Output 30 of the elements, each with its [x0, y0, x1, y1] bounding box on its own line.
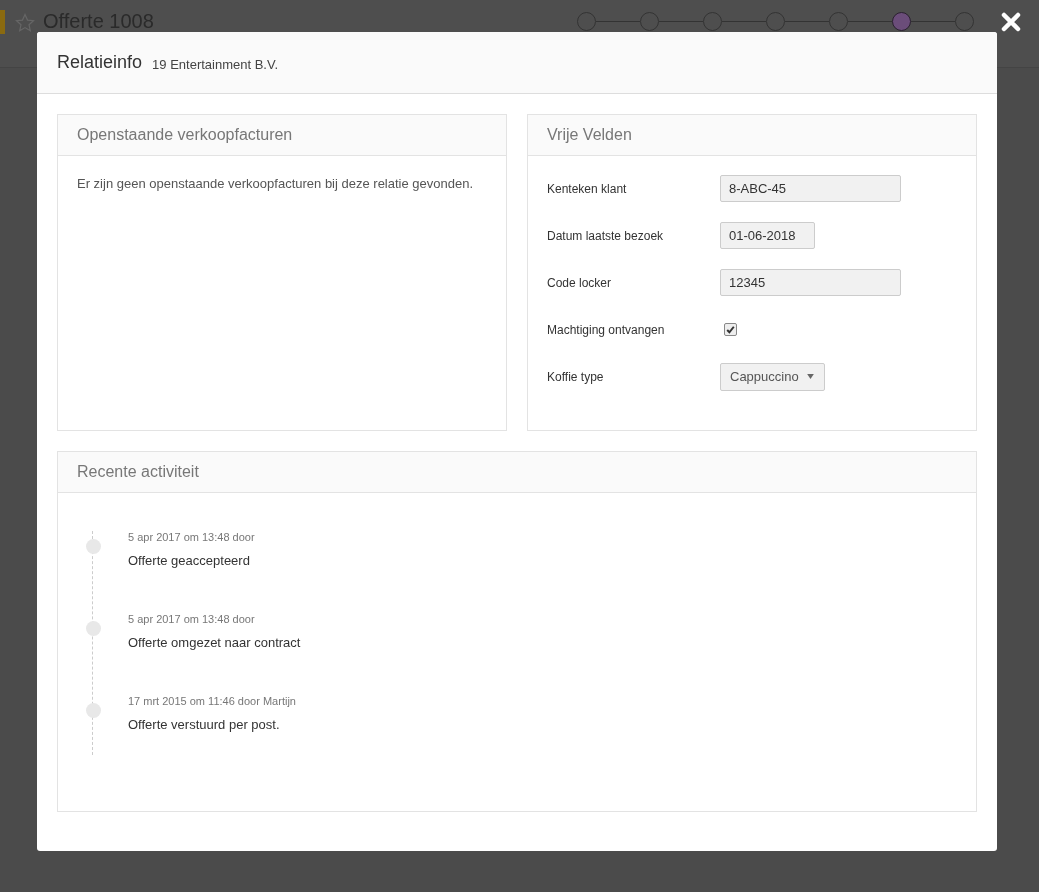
field-label: Datum laatste bezoek	[547, 228, 665, 243]
input-field[interactable]: 12345	[720, 269, 901, 296]
checkbox[interactable]	[724, 323, 737, 336]
panel-title: Recente activiteit	[58, 452, 976, 493]
caret-icon	[806, 374, 814, 379]
empty-message: Er zijn geen openstaande verkoopfacturen bij deze relatie gevonden.	[77, 176, 475, 191]
star-icon[interactable]	[15, 13, 35, 33]
activity-meta: 17 mrt 2015 om 11:46 door Martijn	[128, 695, 297, 707]
field-label: Code locker	[547, 275, 613, 290]
activity-meta: 5 apr 2017 om 13:48 door	[128, 613, 256, 625]
field-label: Kenteken klant	[547, 181, 628, 196]
input-field[interactable]: 8-ABC-45	[720, 175, 901, 202]
activity-meta: 5 apr 2017 om 13:48 door	[128, 531, 256, 543]
timeline-dot	[86, 621, 101, 636]
field-label: Koffie type	[547, 369, 605, 384]
panel-title: Openstaande verkoopfacturen	[58, 115, 506, 156]
date-field[interactable]: 01-06-2018	[720, 222, 815, 249]
field-label: Machtiging ontvangen	[547, 322, 666, 337]
activity-text: Offerte geaccepteerd	[128, 553, 251, 568]
timeline-dot	[86, 539, 101, 554]
modal-subtitle: 19 Entertainment B.V.	[152, 56, 279, 72]
timeline-dot	[86, 703, 101, 718]
close-icon[interactable]	[1001, 12, 1021, 32]
status-tag	[0, 10, 5, 34]
activity-text: Offerte omgezet naar contract	[128, 635, 302, 650]
activity-text: Offerte verstuurd per post.	[128, 717, 281, 732]
select-dropdown[interactable]: Cappuccino	[720, 362, 825, 391]
step-indicator[interactable]	[892, 12, 911, 31]
modal-title: Relatieinfo	[57, 52, 143, 73]
panel-title: Vrije Velden	[528, 115, 976, 156]
